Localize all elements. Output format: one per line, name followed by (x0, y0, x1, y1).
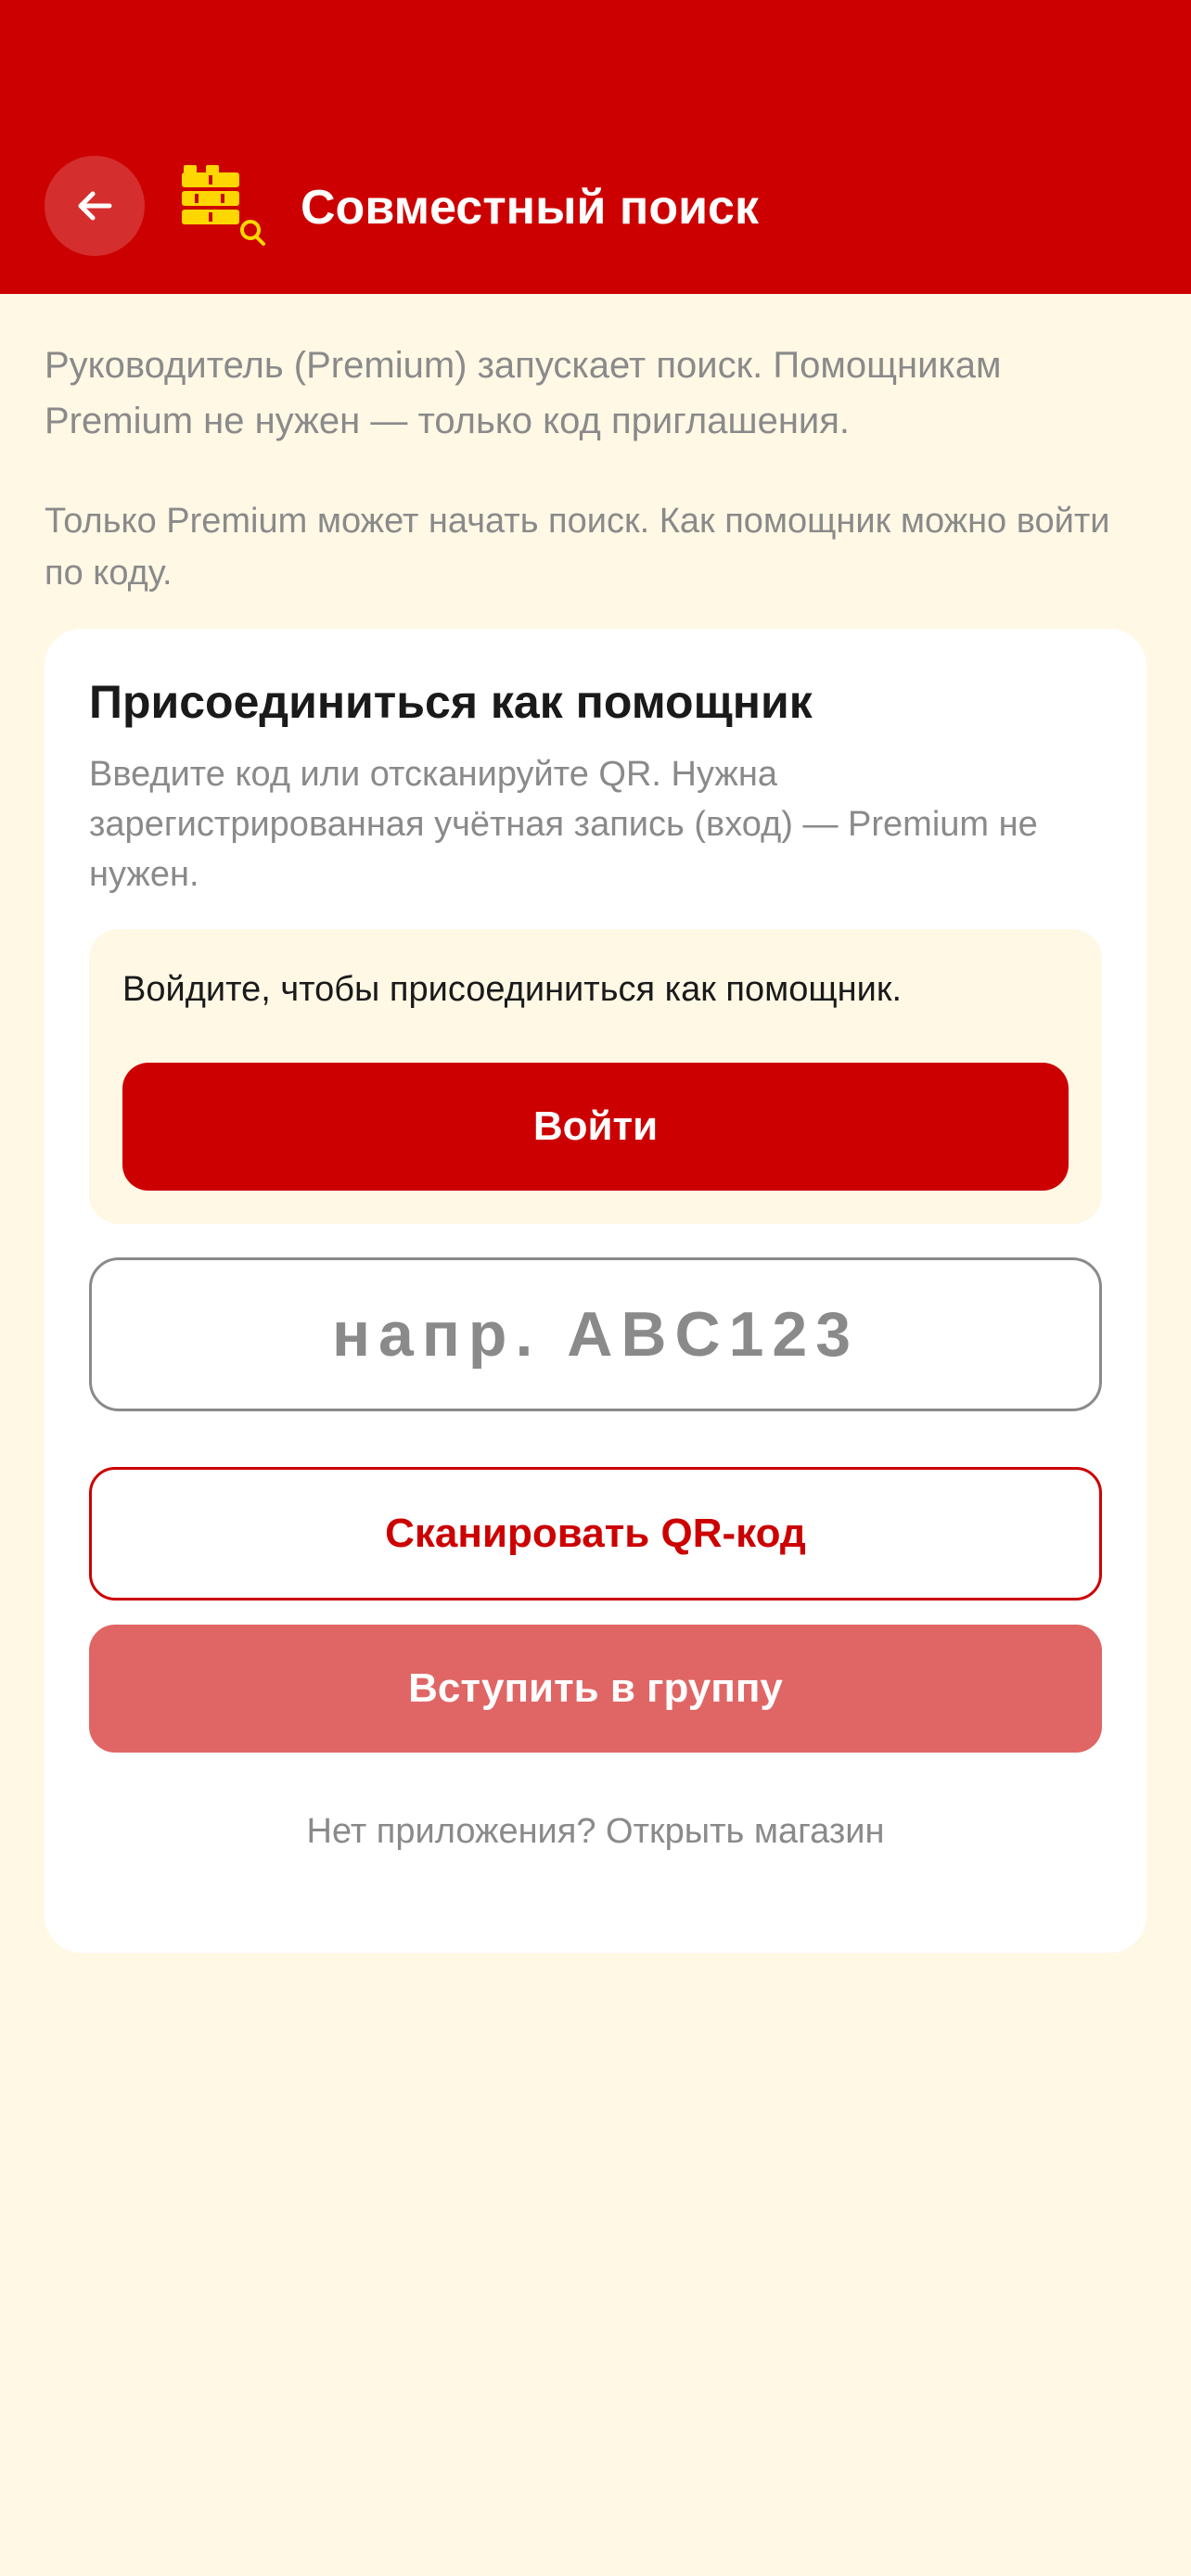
back-button[interactable] (45, 156, 145, 256)
login-notice: Войдите, чтобы присоединиться как помощн… (89, 929, 1102, 1224)
login-button[interactable]: Войти (122, 1063, 1069, 1191)
scan-qr-button[interactable]: Сканировать QR-код (89, 1467, 1102, 1600)
intro-text-leader: Руководитель (Premium) запускает поиск. … (45, 345, 1002, 441)
page-title: Совместный поиск (301, 181, 759, 235)
card-title: Присоединиться как помощник (89, 676, 813, 728)
login-prompt: Войдите, чтобы присоединиться как помощн… (122, 970, 903, 1009)
open-store-link[interactable]: Нет приложения? Открыть магазин (45, 1806, 1146, 1856)
card-description: Введите код или отсканируйте QR. Нужна з… (89, 755, 1038, 894)
intro-text-premium-note: Только Premium может начать поиск. Как п… (45, 502, 1110, 593)
invite-code-input[interactable] (89, 1257, 1102, 1411)
app-header: Совместный поиск (0, 0, 1191, 294)
arrow-left-icon (78, 191, 112, 221)
join-group-button[interactable]: Вступить в группу (89, 1625, 1102, 1753)
brick-stack-search-logo (182, 165, 265, 246)
join-card: Присоединиться как помощник Введите код … (45, 629, 1146, 1953)
